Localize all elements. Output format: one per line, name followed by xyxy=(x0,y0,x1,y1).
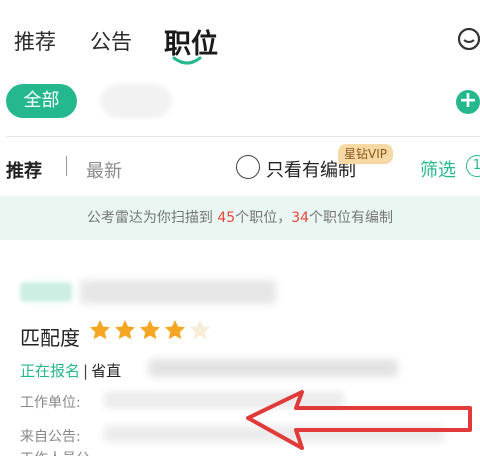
banner-total: 45 xyxy=(217,210,236,226)
search-icon[interactable] xyxy=(456,26,480,52)
divider xyxy=(6,136,480,137)
job-status-line: 正在报名 | 省直 xyxy=(20,360,121,381)
work-unit-label: 工作单位: xyxy=(20,395,81,411)
star-empty-icon xyxy=(190,320,210,340)
filter-count-badge[interactable]: 1 xyxy=(466,155,480,177)
job-level: 省直 xyxy=(91,362,122,380)
sort-recommend[interactable]: 推荐 xyxy=(6,157,42,183)
job-meta xyxy=(148,359,398,377)
match-rating xyxy=(88,318,213,346)
only-with-staff-radio[interactable] xyxy=(236,155,260,179)
filter-button[interactable]: 筛选 xyxy=(420,156,456,182)
source-announcement-label: 来自公告: xyxy=(20,429,81,445)
tab-announcement[interactable]: 公告 xyxy=(90,26,132,56)
tab-recommend[interactable]: 推荐 xyxy=(14,26,56,56)
divider xyxy=(66,156,67,176)
status-badge: 正在报名 xyxy=(20,362,81,380)
top-tab-bar: 推荐 公告 职位 xyxy=(0,0,480,80)
star-icon xyxy=(115,320,135,340)
job-title[interactable] xyxy=(80,280,276,304)
vip-badge: 星钻VIP xyxy=(338,144,393,164)
banner-text: 公考雷达为你扫描到 45个职位，34个职位有编制 xyxy=(0,196,480,240)
status-separator: | xyxy=(83,362,89,380)
star-icon xyxy=(140,320,160,340)
banner-suffix: 个职位有编制 xyxy=(309,210,394,226)
banner-prefix: 公考雷达为你扫描到 xyxy=(86,210,218,226)
banner-with-staff: 34 xyxy=(291,210,310,226)
active-tab-indicator xyxy=(172,56,202,65)
job-tag xyxy=(20,282,72,302)
star-icon xyxy=(90,320,110,340)
filter-chip-all[interactable]: 全部 xyxy=(6,84,77,118)
filter-chip[interactable] xyxy=(100,84,172,118)
annotation-arrow-icon xyxy=(246,390,472,450)
banner-middle: 个职位， xyxy=(235,210,292,226)
scan-result-banner: 公考雷达为你扫描到 45个职位，34个职位有编制 xyxy=(0,196,480,240)
star-icon xyxy=(165,320,185,340)
match-label: 匹配度 xyxy=(20,326,80,350)
sort-latest[interactable]: 最新 xyxy=(86,157,122,183)
add-filter-button[interactable]: + xyxy=(456,90,480,114)
staff-label: 工作人员公 xyxy=(20,448,90,456)
